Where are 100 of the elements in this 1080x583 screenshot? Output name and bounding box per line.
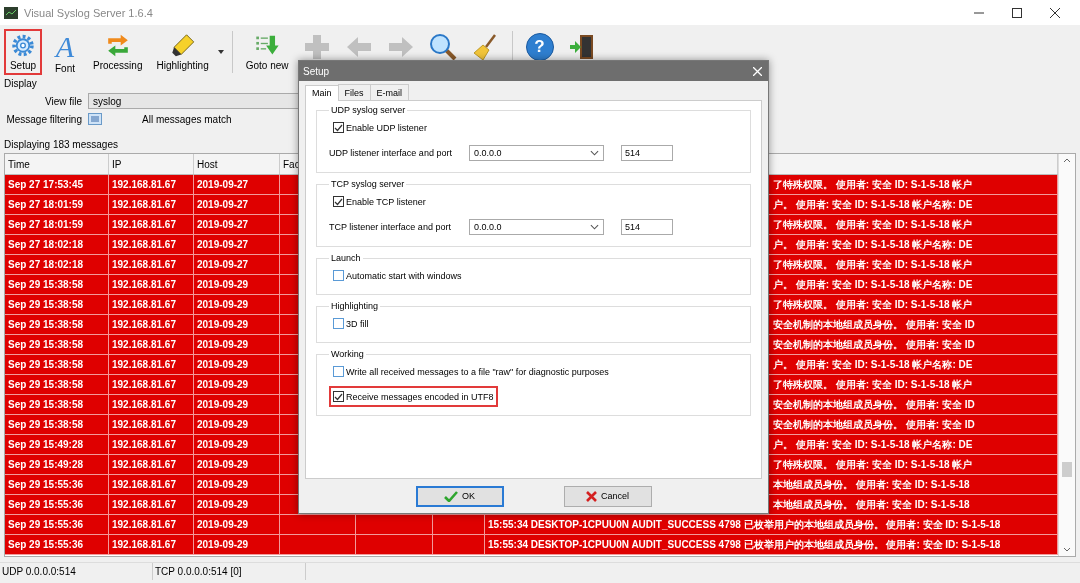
table-cell: Sep 27 18:01:59: [8, 219, 84, 230]
table-cell: Sep 29 15:49:28: [8, 459, 84, 470]
table-cell: 2019-09-29: [197, 399, 249, 410]
table-cell: Sep 29 15:38:58: [8, 279, 84, 290]
table-cell: 192.168.81.67: [112, 459, 176, 470]
filter-status: All messages match: [142, 113, 232, 125]
checkbox-label: Receive messages encoded in UTF8: [346, 391, 494, 402]
table-cell: 192.168.81.67: [112, 419, 176, 430]
table-cell: 192.168.81.67: [112, 319, 176, 330]
table-cell: Sep 29 15:38:58: [8, 419, 84, 430]
table-cell: Sep 27 18:02:18: [8, 259, 84, 270]
help-icon: ?: [525, 32, 554, 61]
table-cell: 户。 使用者: 安全 ID: S-1-5-18 帐户名称: DE: [773, 357, 973, 372]
window-title: Visual Syslog Server 1.6.4: [24, 6, 153, 19]
table-cell: 192.168.81.67: [112, 399, 176, 410]
table-cell: Sep 29 15:55:36: [8, 479, 84, 490]
field-label: Message filtering: [5, 113, 82, 125]
table-cell: Sep 29 15:55:36: [8, 539, 84, 550]
table-cell: 2019-09-29: [197, 519, 249, 530]
table-cell: 192.168.81.67: [112, 199, 176, 210]
table-cell: 了特殊权限。 使用者: 安全 ID: S-1-5-18 帐户: [773, 257, 973, 272]
table-cell: 本地组成员身份。 使用者: 安全 ID: S-1-5-18: [773, 497, 970, 512]
table-cell: 了特殊权限。 使用者: 安全 ID: S-1-5-18 帐户: [773, 177, 973, 192]
table-cell: 192.168.81.67: [112, 439, 176, 450]
table-cell: 15:55:34 DESKTOP-1CPUU0N AUDIT_SUCCESS 4798 已枚举用户的本地组成员身份。 使用者: 安全 ID: S-1-5-18: [488, 517, 1001, 532]
table-cell: 192.168.81.67: [112, 239, 176, 250]
table-cell: 安全机制的本地组成员身份。 使用者: 安全 ID: [773, 417, 975, 432]
checkbox-label: Enable UDP listener: [346, 122, 427, 133]
field-label: TCP listener interface and port: [329, 222, 452, 232]
table-cell: 2019-09-29: [197, 499, 249, 510]
table-cell: Sep 29 15:55:36: [8, 519, 84, 530]
field-label: View file: [43, 95, 82, 107]
checkbox-label: Write all received messages to a file "raw" for diagnostic purposes: [346, 366, 609, 377]
table-cell: 2019-09-29: [197, 279, 249, 290]
message-count: Displaying 183 messages: [4, 139, 118, 150]
table-cell: 2019-09-29: [197, 319, 249, 330]
table-cell: 15:55:34 DESKTOP-1CPUU0N AUDIT_SUCCESS 4798 已枚举用户的本地组成员身份。 使用者: 安全 ID: S-1-5-18: [488, 537, 1001, 552]
table-cell: Sep 27 18:01:59: [8, 199, 84, 210]
field-label: UDP listener interface and port: [329, 148, 453, 158]
table-cell: 192.168.81.67: [112, 499, 176, 510]
table-cell: 2019-09-27: [197, 179, 249, 190]
table-cell: Sep 29 15:38:58: [8, 319, 84, 330]
table-cell: 2019-09-27: [197, 239, 249, 250]
table-cell: 2019-09-29: [197, 479, 249, 490]
table-cell: 了特殊权限。 使用者: 安全 ID: S-1-5-18 帐户: [773, 297, 973, 312]
group-title: Working: [330, 349, 365, 359]
table-cell: Sep 29 15:38:58: [8, 399, 84, 410]
font-icon: A: [51, 32, 79, 61]
table-cell: 2019-09-29: [197, 439, 249, 450]
table-cell: 2019-09-29: [197, 419, 249, 430]
table-cell: 192.168.81.67: [112, 379, 176, 390]
table-cell: 户。 使用者: 安全 ID: S-1-5-18 帐户名称: DE: [773, 437, 973, 452]
table-cell: Sep 29 15:38:58: [8, 379, 84, 390]
table-cell: 192.168.81.67: [112, 519, 176, 530]
table-cell: 了特殊权限。 使用者: 安全 ID: S-1-5-18 帐户: [773, 457, 973, 472]
table-cell: 2019-09-27: [197, 219, 249, 230]
table-cell: 户。 使用者: 安全 ID: S-1-5-18 帐户名称: DE: [773, 197, 973, 212]
table-cell: 2019-09-29: [197, 539, 249, 550]
table-cell: 192.168.81.67: [112, 179, 176, 190]
status-text: UDP 0.0.0.0:514: [2, 566, 76, 577]
checkbox-label: 3D fill: [346, 318, 369, 329]
table-cell: 了特殊权限。 使用者: 安全 ID: S-1-5-18 帐户: [773, 217, 973, 232]
table-cell: Sep 29 15:38:58: [8, 359, 84, 370]
table-cell: 192.168.81.67: [112, 339, 176, 350]
table-cell: 安全机制的本地组成员身份。 使用者: 安全 ID: [773, 317, 975, 332]
table-cell: Sep 27 17:53:45: [8, 179, 84, 190]
table-cell: 2019-09-29: [197, 459, 249, 470]
group-title: Launch: [330, 253, 362, 263]
table-cell: 安全机制的本地组成员身份。 使用者: 安全 ID: [773, 337, 975, 352]
table-cell: 192.168.81.67: [112, 539, 176, 550]
table-cell: 2019-09-27: [197, 259, 249, 270]
table-cell: 192.168.81.67: [112, 359, 176, 370]
checkbox-label: Automatic start with windows: [346, 270, 462, 281]
table-cell: 2019-09-29: [197, 379, 249, 390]
table-cell: 2019-09-29: [197, 339, 249, 350]
checkbox-label: Enable TCP listener: [346, 196, 426, 207]
section-title: Display: [4, 78, 38, 89]
table-cell: 192.168.81.67: [112, 299, 176, 310]
group-title: UDP syslog server: [330, 105, 407, 115]
table-cell: Sep 27 18:02:18: [8, 239, 84, 250]
table-cell: Sep 29 15:38:58: [8, 299, 84, 310]
table-cell: Sep 29 15:55:36: [8, 499, 84, 510]
table-cell: 2019-09-27: [197, 199, 249, 210]
table-cell: 192.168.81.67: [112, 479, 176, 490]
table-cell: 2019-09-29: [197, 359, 249, 370]
group-title: TCP syslog server: [330, 179, 406, 189]
table-cell: 安全机制的本地组成员身份。 使用者: 安全 ID: [773, 397, 975, 412]
table-cell: 192.168.81.67: [112, 219, 176, 230]
table-cell: Sep 29 15:38:58: [8, 339, 84, 350]
table-cell: 2019-09-29: [197, 299, 249, 310]
status-text: TCP 0.0.0.0:514 [0]: [155, 566, 242, 577]
dialog-title: Setup: [303, 65, 330, 77]
table-cell: 192.168.81.67: [112, 279, 176, 290]
table-cell: 户。 使用者: 安全 ID: S-1-5-18 帐户名称: DE: [773, 277, 973, 292]
table-cell: 本地组成员身份。 使用者: 安全 ID: S-1-5-18: [773, 477, 970, 492]
table-cell: 了特殊权限。 使用者: 安全 ID: S-1-5-18 帐户: [773, 377, 973, 392]
table-cell: Sep 29 15:49:28: [8, 439, 84, 450]
table-cell: 192.168.81.67: [112, 259, 176, 270]
group-title: Highlighting: [330, 301, 380, 311]
table-cell: 户。 使用者: 安全 ID: S-1-5-18 帐户名称: DE: [773, 237, 973, 252]
